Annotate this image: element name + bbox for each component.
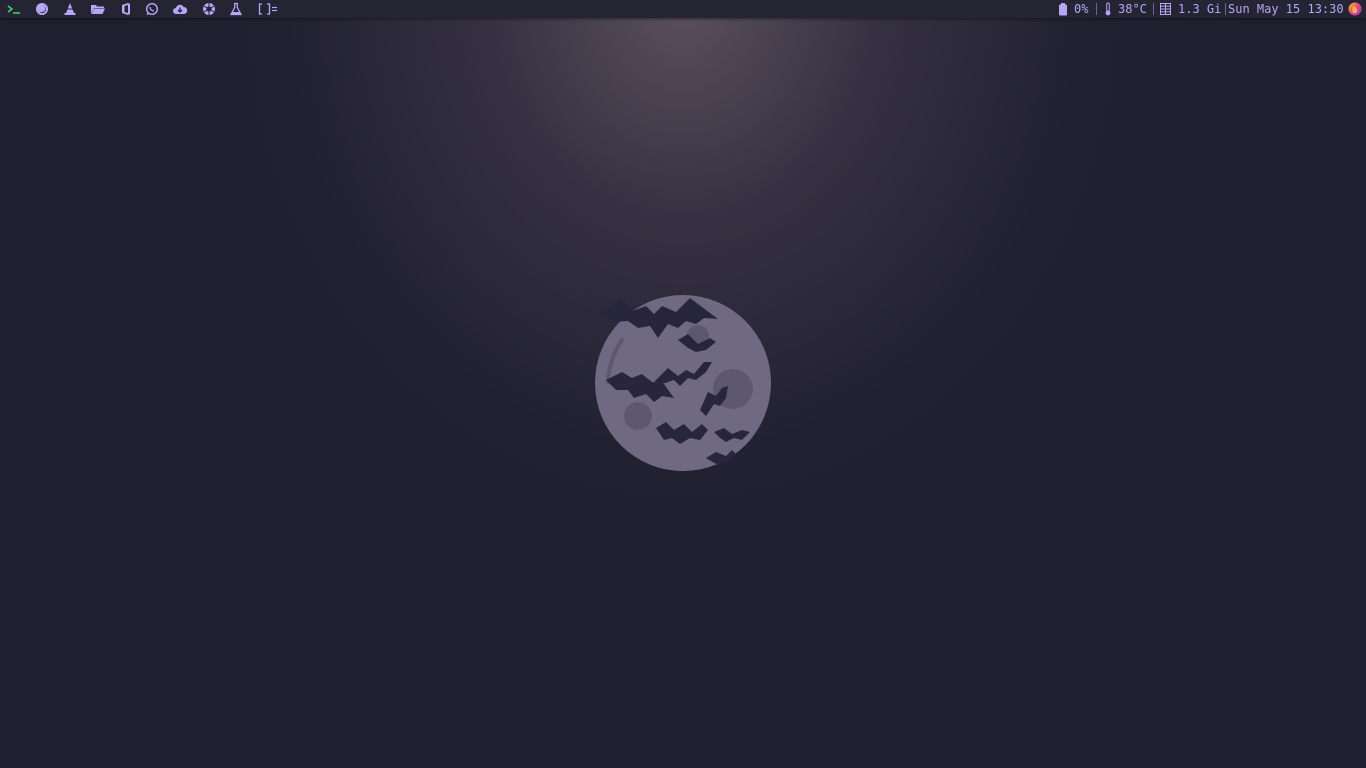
office-icon — [122, 3, 130, 15]
vlc-launcher[interactable] — [60, 0, 80, 18]
power-menu-button[interactable] — [1346, 0, 1364, 18]
clock-module[interactable]: Sun May 15 13:30 — [1228, 0, 1344, 18]
wallpaper-logo — [594, 294, 774, 474]
office-launcher[interactable] — [116, 0, 136, 18]
temperature-value: 38°C — [1118, 2, 1147, 16]
firefox-icon — [36, 3, 48, 15]
status-separator — [1225, 3, 1226, 15]
aperture-icon — [203, 3, 215, 15]
top-bar: 0% 38°C 1.3 Gi Sun May 15 13:30 — [0, 0, 1366, 18]
layout-icon — [258, 3, 277, 15]
files-launcher[interactable] — [88, 0, 108, 18]
battery-icon — [1059, 2, 1067, 15]
cloud-download-icon — [173, 4, 188, 14]
moon-bats-icon — [595, 295, 771, 471]
status-separator — [1153, 3, 1154, 15]
memory-icon — [1160, 3, 1171, 15]
flask-launcher[interactable] — [226, 0, 246, 18]
clock-datetime: Sun May 15 13:30 — [1228, 2, 1344, 16]
flask-icon — [229, 2, 243, 16]
files-icon — [91, 5, 105, 14]
thermometer-icon — [1105, 2, 1111, 16]
desktop: 0% 38°C 1.3 Gi Sun May 15 13:30 — [0, 0, 1366, 768]
cloud-download-launcher[interactable] — [170, 0, 190, 18]
memory-module[interactable]: 1.3 Gi — [1160, 0, 1221, 18]
layout-launcher[interactable] — [257, 0, 279, 18]
temperature-module[interactable]: 38°C — [1104, 0, 1147, 18]
power-menu-icon — [1348, 2, 1362, 16]
battery-percentage: 0% — [1074, 2, 1089, 16]
firefox-launcher[interactable] — [32, 0, 52, 18]
terminal-launcher[interactable] — [4, 0, 24, 18]
whatsapp-icon — [145, 2, 159, 16]
whatsapp-launcher[interactable] — [142, 0, 162, 18]
aperture-launcher[interactable] — [199, 0, 219, 18]
battery-module[interactable]: 0% — [1058, 0, 1088, 18]
terminal-icon — [7, 5, 20, 14]
status-separator — [1096, 3, 1097, 15]
vlc-icon — [64, 3, 76, 15]
memory-value: 1.3 Gi — [1178, 2, 1222, 16]
